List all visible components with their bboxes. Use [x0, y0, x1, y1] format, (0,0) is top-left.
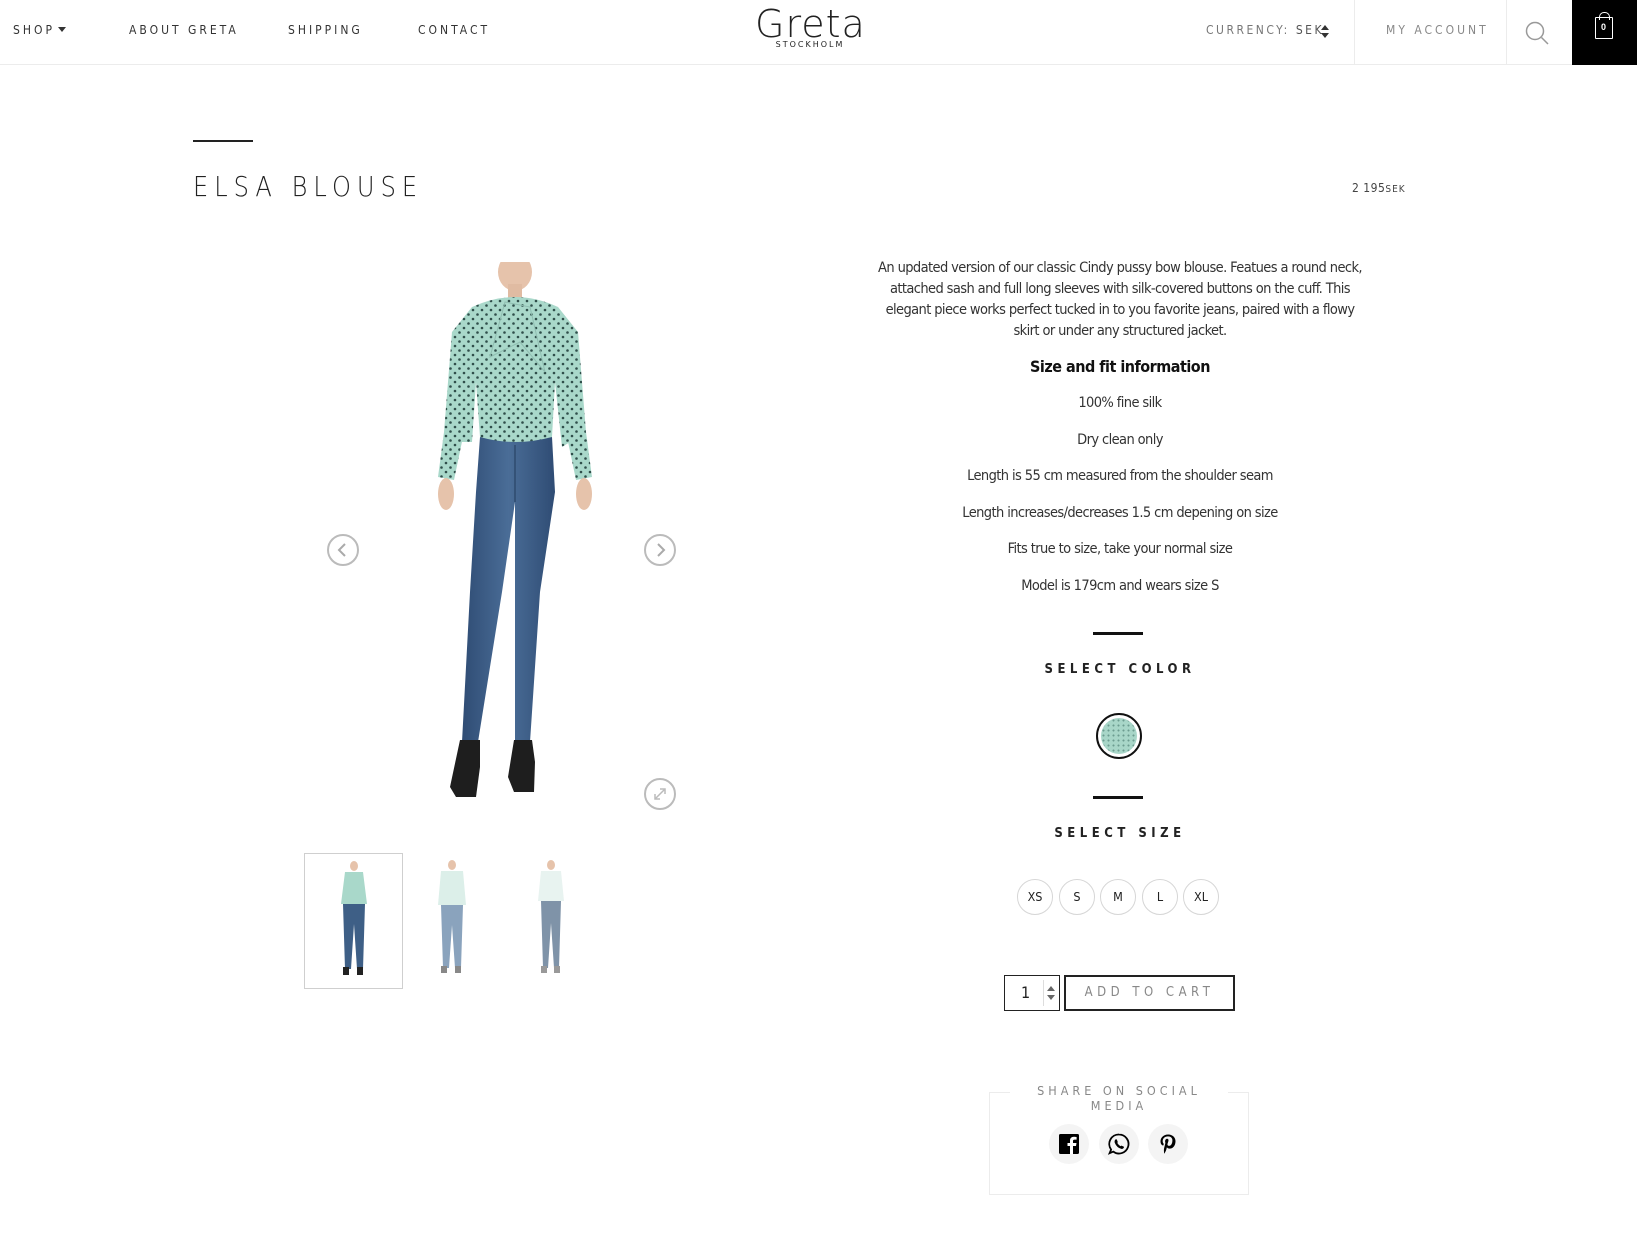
my-account-link[interactable]: MY ACCOUNT: [1386, 23, 1489, 37]
chevron-right-icon: [657, 543, 666, 557]
nav-contact[interactable]: CONTACT: [418, 23, 490, 37]
color-swatch-fill: [1101, 718, 1137, 754]
pinterest-icon[interactable]: [1148, 1124, 1188, 1164]
size-option-xl[interactable]: XL: [1183, 879, 1219, 915]
header-divider: [1354, 0, 1355, 65]
product-description: An updated version of our classic Cindy …: [878, 260, 1363, 339]
add-to-cart-button[interactable]: ADD TO CART: [1064, 975, 1235, 1011]
nav-shop[interactable]: SHOP: [13, 23, 66, 37]
cart-count: 0: [1600, 22, 1606, 32]
product-main-image[interactable]: [380, 262, 680, 827]
price-amount: 2 195: [1352, 181, 1386, 195]
size-option-m[interactable]: M: [1100, 879, 1136, 915]
chevron-left-icon: [337, 543, 346, 557]
thumbnail-image: [538, 860, 564, 973]
facebook-icon[interactable]: [1049, 1124, 1089, 1164]
section-rule: [1093, 796, 1143, 799]
header-divider: [1506, 0, 1507, 65]
spinner-arrows-icon[interactable]: [1043, 980, 1057, 1006]
whatsapp-icon[interactable]: [1099, 1124, 1139, 1164]
size-option-s[interactable]: S: [1059, 879, 1095, 915]
thumbnail-1[interactable]: [304, 853, 403, 989]
spec-item: Model is 179cm and wears size S: [1021, 578, 1219, 594]
thumbnail-3[interactable]: [502, 853, 601, 989]
prev-image-button[interactable]: [327, 534, 359, 566]
search-icon[interactable]: [1522, 18, 1552, 48]
nav-shop-label: SHOP: [13, 23, 55, 37]
product-title: ELSA BLOUSE: [193, 170, 424, 203]
nav-about[interactable]: ABOUT GRETA: [129, 23, 239, 37]
spec-item: Dry clean only: [1077, 432, 1163, 448]
thumbnail-2[interactable]: [403, 853, 502, 989]
select-size-label: SELECT SIZE: [1054, 826, 1186, 841]
currency-label: CURRENCY:: [1206, 23, 1290, 37]
site-logo[interactable]: Greta STOCKHOLM: [755, 4, 865, 49]
spec-item: Fits true to size, take your normal size: [1007, 541, 1233, 557]
section-rule: [1093, 632, 1143, 635]
nav-shipping[interactable]: SHIPPING: [288, 23, 363, 37]
color-swatch[interactable]: [1096, 713, 1142, 759]
select-color-label: SELECT COLOR: [1044, 662, 1196, 677]
title-rule: [193, 140, 253, 142]
thumbnail-image: [341, 861, 367, 975]
logo-name: Greta: [755, 2, 866, 46]
currency-value: SEK: [1295, 23, 1325, 37]
share-label: SHARE ON SOCIAL MEDIA: [1010, 1083, 1228, 1113]
shopping-bag-icon: 0: [1595, 12, 1613, 39]
size-option-xs[interactable]: XS: [1017, 879, 1053, 915]
currency-selector[interactable]: CURRENCY: SEK: [1206, 23, 1324, 37]
size-fit-heading: Size and fit information: [1030, 357, 1210, 376]
quantity-value: 1: [1021, 983, 1031, 1002]
quantity-stepper[interactable]: 1: [1004, 975, 1060, 1011]
sort-arrows-icon[interactable]: [1321, 25, 1329, 39]
next-image-button[interactable]: [644, 534, 676, 566]
product-price: 2 195SEK: [1352, 181, 1406, 195]
size-option-l[interactable]: L: [1142, 879, 1178, 915]
expand-icon: [654, 788, 666, 800]
caret-down-icon: [57, 27, 66, 32]
zoom-button[interactable]: [644, 778, 676, 810]
spec-item: Length is 55 cm measured from the should…: [967, 468, 1273, 484]
price-currency: SEK: [1385, 184, 1406, 195]
site-header: SHOP ABOUT GRETA SHIPPING CONTACT Greta …: [0, 0, 1637, 65]
thumbnail-image: [438, 860, 466, 973]
spec-item: Length increases/decreases 1.5 cm depeni…: [962, 505, 1278, 521]
cart-button[interactable]: 0: [1572, 0, 1637, 65]
spec-item: 100% fine silk: [1078, 395, 1162, 411]
